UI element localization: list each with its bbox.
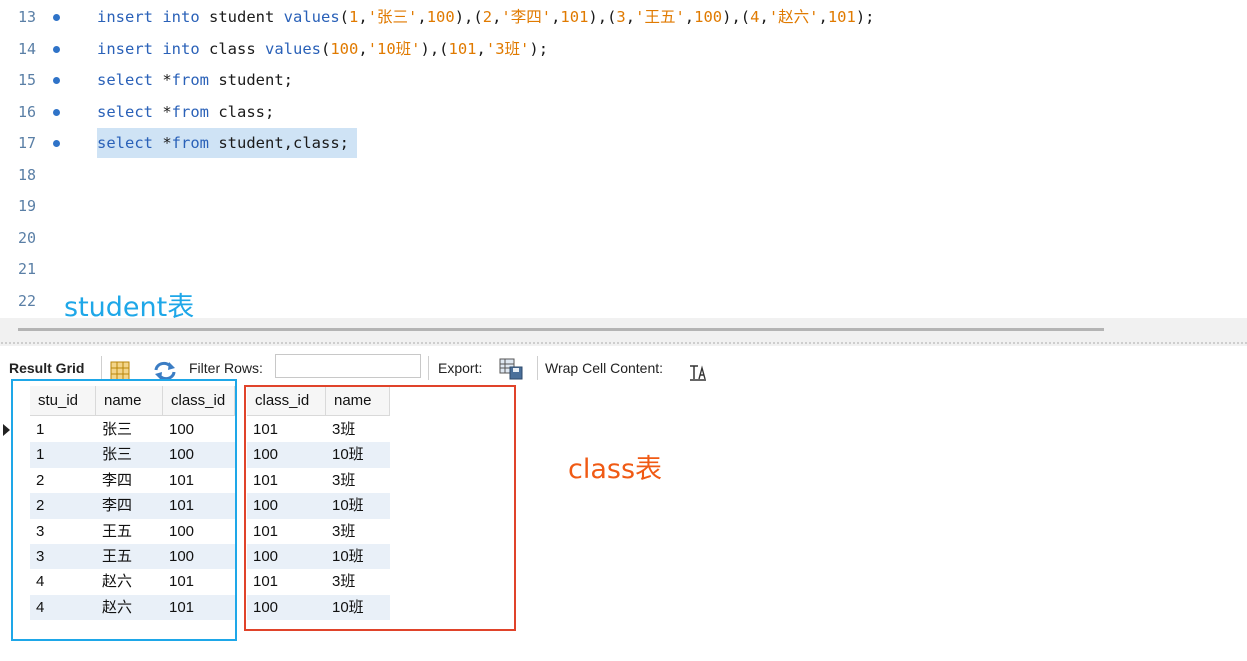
sql-text: ),( [722, 8, 751, 26]
sql-keyword: into [162, 8, 200, 26]
editor-line[interactable]: 20 [0, 223, 1247, 253]
sql-text: , [358, 39, 368, 58]
sql-keyword: from [171, 71, 209, 89]
sql-text: ),( [588, 8, 617, 26]
sql-keyword: select [97, 102, 153, 121]
sql-text: ); [529, 39, 549, 58]
sql-text: , [417, 8, 427, 26]
statement-marker-icon [53, 140, 60, 147]
sql-statement[interactable]: select *from student; [97, 65, 293, 95]
filter-rows-input[interactable] [275, 354, 421, 378]
editor-line[interactable]: 19 [0, 191, 1247, 221]
sql-text: , [358, 8, 368, 26]
line-number: 20 [18, 228, 37, 247]
workbench-window: 13 insert into student values(1,'张三',100)… [0, 0, 1247, 661]
sql-text: class [199, 39, 265, 58]
statement-marker-icon [53, 45, 60, 53]
student-table-highlight [11, 379, 237, 641]
sql-text: * [153, 71, 172, 89]
splitter-handle[interactable] [18, 328, 1104, 331]
sql-string: '李四' [501, 8, 552, 26]
sql-text: student [199, 8, 284, 26]
sql-keyword: values [265, 39, 321, 58]
sql-text: , [476, 39, 486, 58]
toolbar-separator [101, 356, 102, 380]
sql-number: 100 [694, 8, 723, 26]
panel-splitter[interactable] [0, 318, 1247, 346]
sql-keyword: into [162, 39, 200, 58]
sql-number: 100 [426, 8, 455, 26]
sql-text: , [818, 8, 828, 26]
sql-keyword: from [171, 134, 209, 152]
sql-keyword: insert [97, 39, 153, 58]
sql-string: '10班' [367, 39, 421, 58]
sql-editor[interactable]: 13 insert into student values(1,'张三',100)… [0, 0, 1247, 318]
wrap-cell-content-label: Wrap Cell Content: [545, 360, 664, 376]
sql-keyword: values [283, 8, 340, 26]
line-number: 22 [18, 291, 37, 310]
line-number: 17 [18, 134, 37, 152]
selected-sql-statement[interactable]: select *from student,class; [97, 128, 357, 158]
editor-line[interactable]: 13 insert into student values(1,'张三',100)… [0, 2, 1247, 32]
sql-number: 2 [482, 8, 493, 26]
sql-text: ),( [420, 39, 449, 58]
line-number: 21 [18, 260, 37, 278]
sql-string: '赵六' [768, 8, 819, 26]
sql-text: * [153, 102, 172, 121]
sql-text: student; [209, 71, 293, 89]
editor-line[interactable]: 15 select *from student; [0, 65, 1247, 95]
sql-number: 100 [330, 39, 359, 58]
sql-statement[interactable]: insert into student values(1,'张三',100),(… [97, 2, 875, 32]
editor-line[interactable]: 16 select *from class; [0, 97, 1247, 127]
sql-text: student,class; [209, 134, 349, 152]
sql-string: '3班' [485, 39, 530, 58]
sql-keyword: select [97, 71, 153, 89]
toolbar-separator [428, 356, 429, 380]
editor-line[interactable]: 18 [0, 160, 1247, 190]
sql-string: '王五' [635, 8, 685, 26]
sql-text: ( [321, 39, 331, 58]
sql-text: ); [855, 8, 875, 26]
sql-statement[interactable]: insert into class values(100,'10班'),(101… [97, 34, 548, 64]
line-number: 18 [18, 165, 37, 184]
toolbar-separator [537, 356, 538, 380]
sql-text: ( [339, 8, 350, 26]
sql-keyword: from [171, 102, 209, 121]
sql-keyword: select [97, 134, 153, 152]
line-number: 15 [18, 71, 37, 89]
sql-string: '张三' [367, 8, 418, 26]
sql-number: 101 [448, 39, 477, 58]
splitter-divider [0, 342, 1247, 344]
sql-text: ),( [454, 8, 483, 26]
editor-line[interactable]: 17 select *from student,class; [0, 128, 1247, 158]
editor-line[interactable]: 14 insert into class values(100,'10班'),(1… [0, 34, 1247, 64]
sql-statement[interactable]: select *from class; [97, 97, 274, 127]
export-label: Export: [438, 360, 483, 376]
statement-marker-icon [53, 108, 60, 116]
line-number: 14 [18, 39, 37, 58]
class-table-highlight [244, 385, 516, 631]
sql-text: , [625, 8, 636, 26]
line-number: 19 [18, 197, 37, 215]
statement-marker-icon [53, 14, 60, 21]
line-number: 13 [18, 8, 37, 26]
sql-number: 3 [616, 8, 626, 26]
line-number: 16 [18, 102, 37, 121]
sql-number: 1 [349, 8, 359, 26]
editor-line[interactable]: 21 [0, 254, 1247, 284]
sql-text: class; [209, 102, 275, 121]
sql-text: , [492, 8, 502, 26]
sql-number: 101 [560, 8, 589, 26]
sql-text: , [684, 8, 695, 26]
sql-number: 101 [827, 8, 856, 26]
wrap-text-icon[interactable] [689, 359, 707, 395]
sql-text: * [153, 134, 172, 152]
current-row-pointer-icon [3, 424, 10, 436]
statement-marker-icon [53, 77, 60, 84]
class-table-annotation: class表 [568, 454, 663, 485]
sql-text: , [759, 8, 769, 26]
sql-keyword: insert [97, 8, 153, 26]
